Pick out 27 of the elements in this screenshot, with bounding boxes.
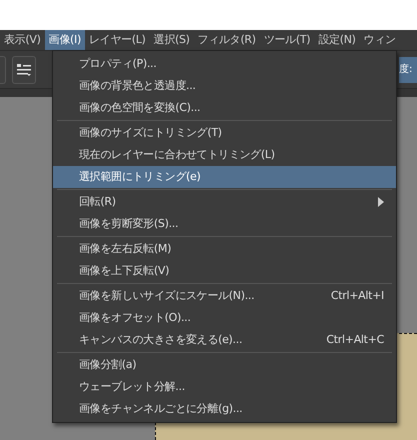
menu-item[interactable]: 画像をチャンネルごとに分離(g)...: [53, 398, 396, 420]
menu-bar-item[interactable]: ツール(T): [260, 30, 314, 50]
menu-item[interactable]: 画像分割(a): [53, 354, 396, 376]
menu-bar-item[interactable]: 画像(I): [44, 30, 85, 50]
menu-item[interactable]: 画像を上下反転(V): [53, 260, 396, 282]
menu-bar-item[interactable]: レイヤー(L): [84, 30, 150, 50]
menu-item[interactable]: 画像の背景色と透過度...: [53, 75, 396, 97]
menu-item[interactable]: 回転(R): [53, 191, 396, 213]
menu-item[interactable]: 画像のサイズにトリミング(T): [53, 122, 396, 144]
menu-item[interactable]: 画像を新しいサイズにスケール(N)... Ctrl+Alt+I: [53, 285, 396, 307]
menu-bar-item[interactable]: 設定(N): [314, 30, 360, 50]
menu-item[interactable]: 画像をオフセット(O)...: [53, 307, 396, 329]
menu-item[interactable]: プロパティ(P)...: [53, 53, 396, 75]
menu-item[interactable]: ウェーブレット分解...: [53, 376, 396, 398]
menu-bar-item[interactable]: 表示(V): [0, 30, 45, 50]
menu-bar-item[interactable]: 選択(S): [150, 30, 194, 50]
menu-item[interactable]: 画像を左右反転(M): [53, 238, 396, 260]
toolbar-button[interactable]: [12, 56, 36, 84]
menu-item[interactable]: キャンバスの大きさを変える(e)... Ctrl+Alt+C: [53, 329, 396, 351]
menu-bar-item[interactable]: フィルタ(R): [194, 30, 260, 50]
menu-item[interactable]: 画像を剪断変形(S)...: [53, 213, 396, 235]
field-label: 度:: [399, 56, 417, 82]
list-icon: [16, 62, 32, 76]
menu-item[interactable]: 現在のレイヤーに合わせてトリミング(L): [53, 144, 396, 166]
menu-item[interactable]: 画像の色空間を変換(C)...: [53, 97, 396, 119]
menu-bar-item[interactable]: ウィン: [360, 30, 400, 50]
menu-item[interactable]: 選択範囲にトリミング(e): [53, 166, 396, 188]
